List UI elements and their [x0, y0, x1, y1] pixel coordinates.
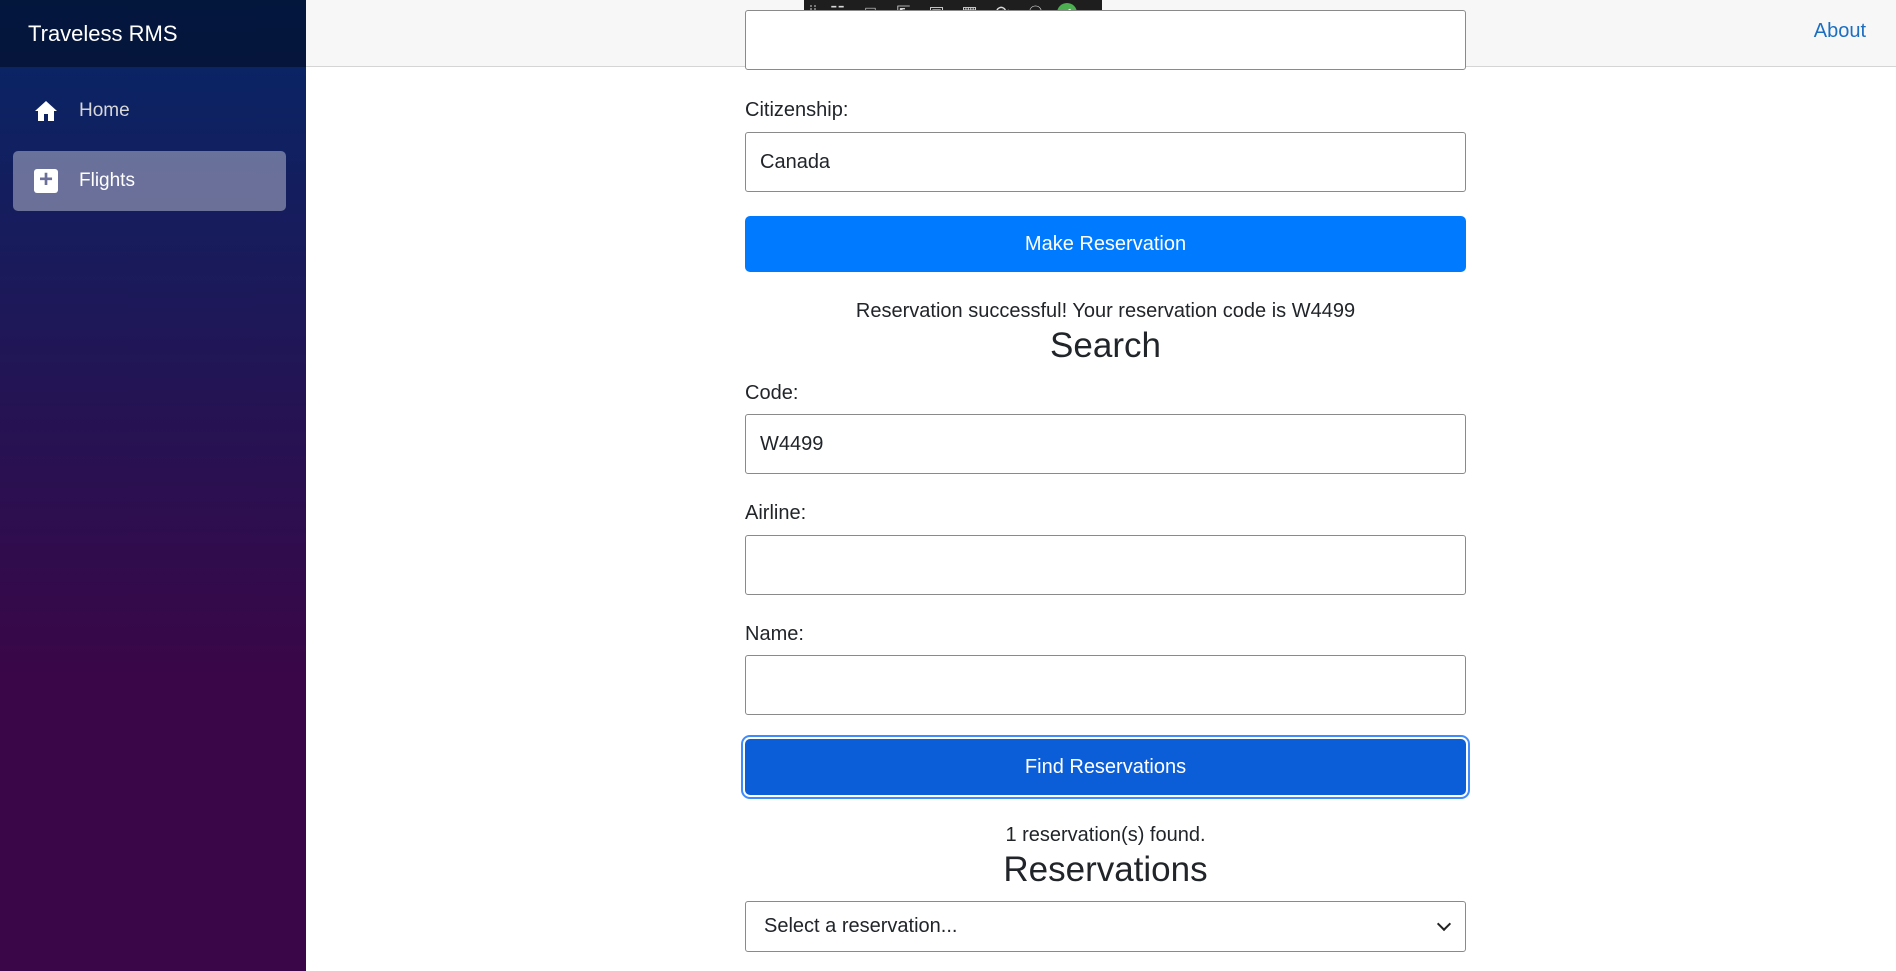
name-input[interactable] — [745, 655, 1466, 715]
citizenship-label: Citizenship: — [745, 99, 849, 121]
code-label: Code: — [745, 382, 799, 404]
sidebar: Traveless RMS Home + Flights — [0, 0, 306, 971]
reservations-heading: Reservations — [1003, 850, 1208, 889]
chevron-down-icon — [1436, 916, 1452, 931]
reservation-select-value: Select a reservation... — [764, 915, 958, 937]
sidebar-item-home[interactable]: Home — [13, 81, 286, 141]
search-heading: Search — [1050, 326, 1161, 365]
airline-input[interactable] — [745, 535, 1466, 595]
brand-bar: Traveless RMS — [0, 0, 306, 67]
home-icon — [33, 98, 59, 124]
brand-link[interactable]: Traveless RMS — [28, 21, 178, 47]
reservation-success-message: Reservation successful! Your reservation… — [855, 300, 1356, 322]
sidebar-item-label: Home — [79, 100, 130, 121]
name-label: Name: — [745, 623, 804, 645]
sidebar-item-label: Flights — [79, 170, 135, 191]
plus-square-icon: + — [33, 168, 59, 194]
previous-field[interactable] — [745, 10, 1466, 70]
search-result-message: 1 reservation(s) found. — [1005, 824, 1206, 846]
code-input[interactable] — [745, 414, 1466, 474]
sidebar-item-flights[interactable]: + Flights — [13, 151, 286, 211]
make-reservation-button[interactable]: Make Reservation — [745, 216, 1466, 272]
citizenship-input[interactable] — [745, 132, 1466, 192]
about-link[interactable]: About — [1814, 20, 1866, 43]
find-reservations-button[interactable]: Find Reservations — [745, 739, 1466, 795]
sidebar-nav: Home + Flights — [0, 67, 306, 211]
reservation-select[interactable]: Select a reservation... — [745, 901, 1466, 952]
airline-label: Airline: — [745, 502, 807, 524]
